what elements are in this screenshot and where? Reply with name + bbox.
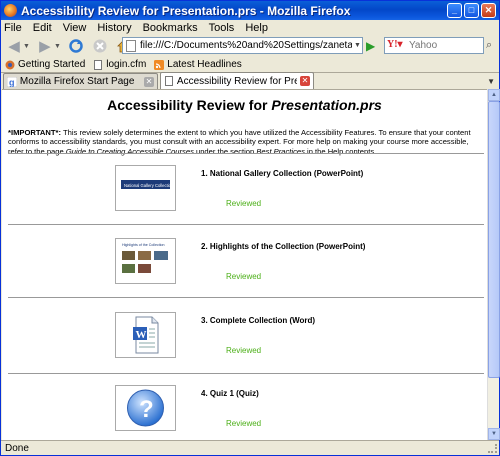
search-input[interactable] bbox=[409, 40, 479, 51]
status-text: Done bbox=[5, 442, 29, 454]
search-icon[interactable]: ⌕ bbox=[486, 39, 492, 52]
status-label: Reviewed bbox=[226, 272, 262, 281]
thumbnail-caption: Highlights of the Collection bbox=[122, 243, 165, 247]
forward-arrow-icon: ▶ bbox=[39, 38, 51, 55]
page-content: Accessibility Review for Presentation.pr… bbox=[2, 89, 487, 440]
bookmark-latest-headlines[interactable]: Latest Headlines bbox=[154, 59, 242, 70]
status-bar: Done bbox=[1, 440, 499, 455]
go-button[interactable]: ▶ bbox=[366, 39, 378, 53]
menu-file[interactable]: File bbox=[4, 22, 22, 34]
document-thumbnail[interactable]: W bbox=[115, 312, 176, 358]
close-button[interactable]: ✕ bbox=[481, 3, 496, 18]
menu-view[interactable]: View bbox=[63, 22, 87, 34]
firefox-bookmark-icon bbox=[5, 60, 15, 69]
list-item: ? 4. Quiz 1 (Quiz) Reviewed bbox=[2, 385, 487, 440]
rss-feed-icon bbox=[154, 59, 165, 70]
page-icon bbox=[126, 39, 136, 52]
url-input[interactable] bbox=[140, 40, 352, 51]
menu-tools[interactable]: Tools bbox=[209, 22, 235, 34]
tab-close-icon[interactable]: ✕ bbox=[144, 76, 154, 87]
minimize-button[interactable]: _ bbox=[447, 3, 462, 18]
bookmark-getting-started[interactable]: Getting Started bbox=[5, 59, 85, 70]
scrollbar-thumb[interactable] bbox=[488, 101, 500, 378]
important-notice: *IMPORTANT*: This review solely determin… bbox=[8, 128, 471, 156]
url-bar[interactable]: ▼ bbox=[122, 37, 363, 54]
svg-text:W: W bbox=[136, 329, 147, 341]
stop-icon bbox=[93, 39, 107, 53]
scroll-up-button[interactable]: ▲ bbox=[488, 89, 500, 101]
bookmark-login[interactable]: login.cfm bbox=[93, 59, 146, 70]
back-button[interactable]: ◀ bbox=[3, 36, 25, 56]
list-item: Highlights of the Collection 2. Highligh… bbox=[2, 238, 487, 310]
search-box[interactable]: Y!▾ bbox=[384, 37, 484, 54]
vertical-scrollbar[interactable]: ▲ ▼ bbox=[487, 89, 500, 440]
item-title[interactable]: 2. Highlights of the Collection (PowerPo… bbox=[201, 242, 365, 251]
tab-start-page[interactable]: g Mozilla Firefox Start Page ✕ bbox=[3, 73, 158, 89]
firefox-icon bbox=[4, 4, 17, 17]
back-arrow-icon: ◀ bbox=[8, 38, 20, 55]
tab-accessibility-review[interactable]: Accessibility Review for Presenta... ✕ bbox=[160, 72, 314, 89]
quiz-thumbnail[interactable]: ? bbox=[115, 385, 176, 431]
status-label: Reviewed bbox=[226, 419, 262, 428]
divider bbox=[8, 297, 484, 298]
bookmarks-toolbar: Getting Started login.cfm Latest Headlin… bbox=[1, 57, 499, 72]
list-item: National Gallery Collection 1. National … bbox=[2, 165, 487, 237]
tab-strip: g Mozilla Firefox Start Page ✕ Accessibi… bbox=[1, 72, 499, 89]
item-title[interactable]: 3. Complete Collection (Word) bbox=[201, 316, 315, 325]
forward-history-dropdown[interactable]: ▼ bbox=[54, 43, 61, 50]
thumbnail-caption: National Gallery Collection bbox=[124, 183, 174, 188]
tab-list-dropdown-icon[interactable]: ▼ bbox=[487, 77, 495, 86]
divider bbox=[8, 373, 484, 374]
menu-bookmarks[interactable]: Bookmarks bbox=[143, 22, 198, 34]
menu-history[interactable]: History bbox=[97, 22, 131, 34]
google-icon: g bbox=[7, 76, 17, 87]
scroll-down-button[interactable]: ▼ bbox=[488, 428, 500, 440]
browser-window: Accessibility Review for Presentation.pr… bbox=[0, 0, 500, 456]
tab-close-icon[interactable]: ✕ bbox=[300, 76, 310, 86]
divider bbox=[8, 153, 484, 154]
forward-button[interactable]: ▶ bbox=[34, 36, 56, 56]
status-label: Reviewed bbox=[226, 199, 262, 208]
menu-edit[interactable]: Edit bbox=[33, 22, 52, 34]
help-question-icon: ? bbox=[127, 389, 164, 427]
divider bbox=[8, 224, 484, 225]
slide-thumbnail[interactable]: Highlights of the Collection bbox=[115, 238, 176, 284]
svg-text:?: ? bbox=[139, 396, 154, 423]
resize-grip[interactable] bbox=[488, 444, 497, 453]
svg-text:g: g bbox=[9, 77, 15, 87]
maximize-button[interactable]: □ bbox=[464, 3, 479, 18]
menu-help[interactable]: Help bbox=[245, 22, 268, 34]
item-title[interactable]: 1. National Gallery Collection (PowerPoi… bbox=[201, 169, 363, 178]
reload-button[interactable] bbox=[65, 36, 87, 56]
word-document-icon: W bbox=[133, 316, 159, 354]
page-tab-icon bbox=[165, 76, 173, 86]
reload-icon bbox=[69, 39, 83, 53]
title-bar[interactable]: Accessibility Review for Presentation.pr… bbox=[1, 1, 499, 20]
stop-button[interactable] bbox=[89, 36, 111, 56]
page-bookmark-icon bbox=[94, 59, 103, 70]
page-title: Accessibility Review for Presentation.pr… bbox=[107, 97, 382, 113]
back-history-dropdown[interactable]: ▼ bbox=[23, 43, 30, 50]
navigation-toolbar: ◀ ▼ ▶ ▼ ▼ ▶ Y!▾ ⌕ bbox=[1, 35, 499, 57]
item-title[interactable]: 4. Quiz 1 (Quiz) bbox=[201, 389, 259, 398]
yahoo-icon[interactable]: Y!▾ bbox=[387, 39, 409, 52]
window-title: Accessibility Review for Presentation.pr… bbox=[21, 3, 351, 18]
menu-bar: File Edit View History Bookmarks Tools H… bbox=[1, 20, 499, 35]
url-dropdown-icon[interactable]: ▼ bbox=[354, 42, 361, 49]
status-label: Reviewed bbox=[226, 346, 262, 355]
slide-thumbnail[interactable]: National Gallery Collection bbox=[115, 165, 176, 211]
